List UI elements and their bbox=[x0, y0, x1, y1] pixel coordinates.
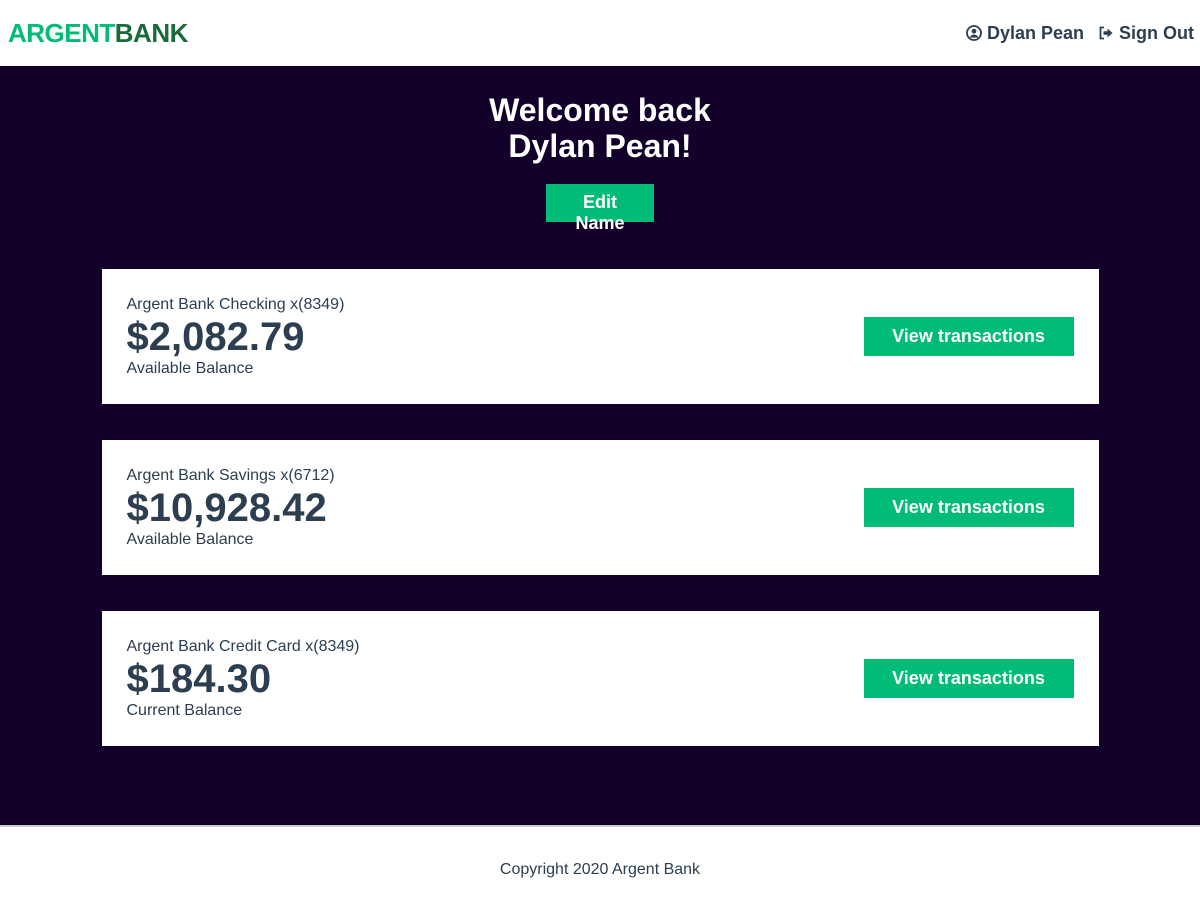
account-content: Argent Bank Credit Card x(8349) $184.30 … bbox=[127, 638, 360, 720]
sign-out-link[interactable]: Sign Out bbox=[1098, 23, 1194, 44]
view-transactions-button-checking[interactable]: View transactions bbox=[863, 317, 1074, 356]
logo-text-argent: ARGENT bbox=[8, 17, 115, 48]
account-balance-type: Current Balance bbox=[126, 701, 243, 719]
view-transactions-button-credit-card[interactable]: View transactions bbox=[863, 659, 1074, 698]
account-card-checking: Argent Bank Checking x(8349) $2,082.79 A… bbox=[101, 269, 1099, 404]
user-circle-icon bbox=[966, 25, 982, 41]
account-card-credit-card: Argent Bank Credit Card x(8349) $184.30 … bbox=[101, 611, 1099, 746]
view-transactions-button-savings[interactable]: View transactions bbox=[863, 488, 1074, 527]
account-content: Argent Bank Savings x(6712) $10,928.42 A… bbox=[127, 467, 335, 549]
account-title: Argent Bank Checking x(8349) bbox=[126, 295, 345, 313]
account-content: Argent Bank Checking x(8349) $2,082.79 A… bbox=[127, 296, 345, 378]
account-amount: $2,082.79 bbox=[126, 314, 305, 359]
account-title: Argent Bank Savings x(6712) bbox=[126, 466, 335, 484]
account-balance-type: Available Balance bbox=[126, 359, 254, 377]
argent-bank-logo[interactable]: ARGENT BANK bbox=[8, 18, 188, 49]
copyright-text: Copyright 2020 Argent Bank bbox=[499, 860, 701, 878]
user-profile-link[interactable]: Dylan Pean bbox=[966, 23, 1084, 44]
accounts-list: Argent Bank Checking x(8349) $2,082.79 A… bbox=[0, 269, 1200, 746]
account-card-savings: Argent Bank Savings x(6712) $10,928.42 A… bbox=[101, 440, 1099, 575]
edit-name-button[interactable]: Edit Name bbox=[546, 184, 654, 233]
account-title: Argent Bank Credit Card x(8349) bbox=[126, 637, 360, 655]
user-name-label: Dylan Pean bbox=[986, 22, 1084, 43]
sign-out-icon bbox=[1098, 25, 1114, 41]
sign-out-label: Sign Out bbox=[1119, 22, 1194, 43]
account-amount: $10,928.42 bbox=[126, 485, 327, 530]
nav-right: Dylan Pean Sign Out bbox=[966, 23, 1194, 44]
account-balance-type: Available Balance bbox=[126, 530, 254, 548]
welcome-line-2: Dylan Pean! bbox=[508, 128, 692, 164]
footer: Copyright 2020 Argent Bank bbox=[0, 825, 1200, 900]
account-amount: $184.30 bbox=[126, 656, 272, 701]
logo-text-bank: BANK bbox=[114, 17, 189, 48]
main-nav: ARGENT BANK Dylan Pean Sign Out bbox=[0, 0, 1200, 66]
welcome-header: Welcome back Dylan Pean! Edit Name bbox=[0, 92, 1200, 234]
welcome-title: Welcome back Dylan Pean! bbox=[0, 92, 1200, 164]
welcome-line-1: Welcome back bbox=[489, 92, 711, 128]
main-content: Welcome back Dylan Pean! Edit Name Argen… bbox=[0, 66, 1200, 825]
